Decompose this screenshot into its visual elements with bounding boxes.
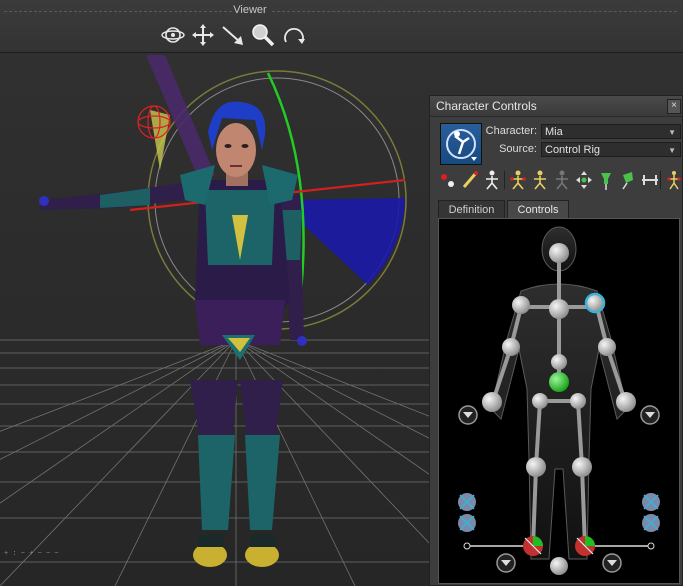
chevron-down-icon: ▼ <box>668 146 676 155</box>
character-controls-panel: Character Controls × Character: Mia ▼ So… <box>429 95 683 586</box>
ik-effector-button[interactable] <box>508 169 528 191</box>
release-pin-button[interactable] <box>640 169 660 191</box>
transform-pivot-button[interactable] <box>574 169 594 191</box>
reference-effector[interactable] <box>550 557 568 575</box>
left-hip-effector[interactable] <box>532 393 548 409</box>
viewer-toolbar: Viewer <box>0 0 683 53</box>
right-fingers-effectors[interactable] <box>642 493 660 532</box>
orbit-tool-button[interactable] <box>160 22 186 48</box>
character-menu-button[interactable] <box>440 123 482 165</box>
mirror-button[interactable] <box>664 169 681 191</box>
head-effector[interactable] <box>549 243 569 263</box>
panel-title-bar[interactable]: Character Controls × <box>430 96 682 117</box>
source-value: Control Rig <box>545 144 601 156</box>
body-part-icon <box>462 171 478 188</box>
zoom-tool-button[interactable] <box>250 22 276 48</box>
stick-figure-button[interactable] <box>482 169 502 191</box>
control-rig-view <box>438 218 680 584</box>
character-silhouette-icon <box>446 129 477 161</box>
control-toolbar <box>438 169 681 193</box>
fk-button[interactable] <box>530 169 550 191</box>
full-body-button[interactable] <box>438 169 458 191</box>
axis-indicator: + : ~ + ~ ~ ~ <box>4 550 59 558</box>
pin-translation-icon <box>601 173 611 190</box>
skeleton-button[interactable] <box>552 169 572 191</box>
left-ankle-effector[interactable] <box>523 536 543 556</box>
right-foot-expand-button[interactable] <box>602 553 622 573</box>
mirror-icon <box>667 171 681 190</box>
body-part-button[interactable] <box>460 169 480 191</box>
right-hand-marker[interactable] <box>297 336 307 346</box>
close-button[interactable]: × <box>667 99 681 114</box>
left-wrist-effector[interactable] <box>482 392 502 412</box>
tab-definition[interactable]: Definition <box>438 200 505 218</box>
chest-effector[interactable] <box>549 299 569 319</box>
full-body-icon <box>441 174 454 187</box>
right-shoulder-effector[interactable] <box>584 292 606 314</box>
tab-controls[interactable]: Controls <box>507 200 569 218</box>
left-hand-expand-button[interactable] <box>458 405 478 425</box>
left-knee-effector[interactable] <box>526 457 546 477</box>
character-label: Character: <box>485 125 537 137</box>
chevron-down-icon: ▼ <box>668 128 676 137</box>
pan-tool-button[interactable] <box>190 22 216 48</box>
right-hand-expand-button[interactable] <box>640 405 660 425</box>
close-icon: × <box>671 100 677 111</box>
right-wrist-effector[interactable] <box>616 392 636 412</box>
fk-icon <box>534 170 546 190</box>
transform-pivot-icon <box>576 171 592 189</box>
left-elbow-effector[interactable] <box>502 338 520 356</box>
hips-effector[interactable] <box>549 372 569 392</box>
stick-figure-icon <box>486 170 498 190</box>
pin-translation-button[interactable] <box>596 169 616 191</box>
left-shoulder-effector[interactable] <box>512 296 530 314</box>
dolly-icon <box>222 26 243 45</box>
roll-tool-button[interactable] <box>281 22 307 48</box>
source-label: Source: <box>499 143 537 155</box>
release-pin-icon <box>642 175 658 185</box>
orbit-icon <box>161 27 185 43</box>
pin-rotation-button[interactable] <box>618 169 638 191</box>
right-elbow-effector[interactable] <box>598 338 616 356</box>
character-dropdown[interactable]: Mia ▼ <box>541 124 681 139</box>
right-hip-effector[interactable] <box>570 393 586 409</box>
character-value: Mia <box>545 126 563 138</box>
source-dropdown[interactable]: Control Rig ▼ <box>541 142 681 157</box>
pan-icon <box>192 24 214 46</box>
control-rig-diagram <box>458 226 660 575</box>
toolbar-separator <box>504 171 505 189</box>
viewer-title: Viewer <box>233 4 267 16</box>
ik-effector-icon <box>510 170 526 190</box>
roll-icon <box>284 28 305 44</box>
spine-effector[interactable] <box>551 354 567 370</box>
dolly-tool-button[interactable] <box>220 22 246 48</box>
skeleton-icon <box>556 170 568 190</box>
zoom-icon <box>252 24 275 47</box>
left-hand-marker[interactable] <box>39 196 49 206</box>
pin-rotation-icon <box>622 172 633 190</box>
panel-title: Character Controls <box>436 99 537 113</box>
right-ankle-effector[interactable] <box>575 536 595 556</box>
left-foot-expand-button[interactable] <box>496 553 516 573</box>
left-fingers-effectors[interactable] <box>458 493 476 532</box>
right-knee-effector[interactable] <box>572 457 592 477</box>
toolbar-separator <box>660 171 661 189</box>
